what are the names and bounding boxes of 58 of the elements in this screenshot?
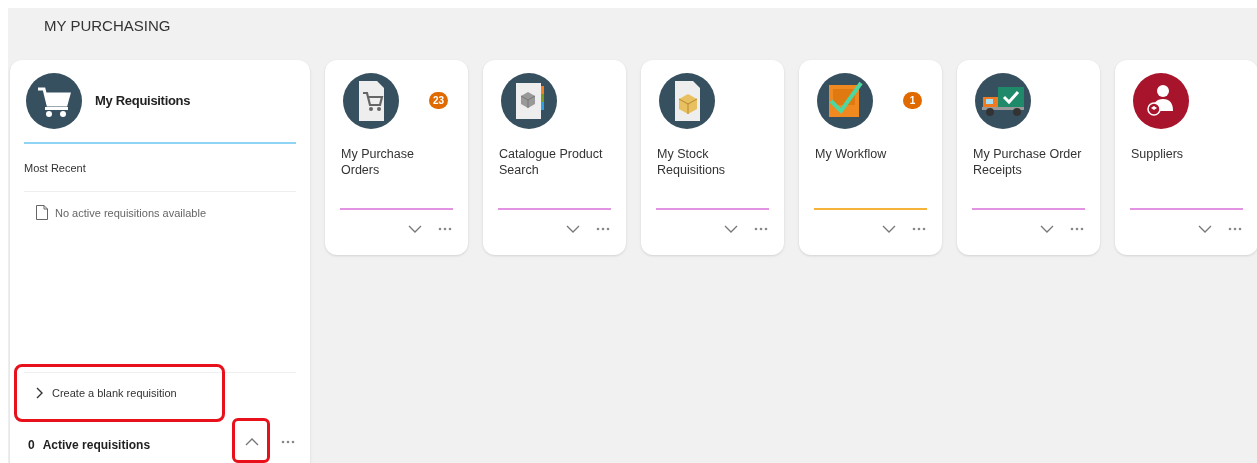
- more-icon: [1070, 227, 1084, 231]
- app-tile[interactable]: 1 My Workflow: [799, 60, 942, 255]
- tile-title: Suppliers: [1131, 146, 1185, 163]
- document-icon: [36, 205, 48, 221]
- tile-title: My Stock Requisitions: [657, 146, 727, 179]
- chevron-down-icon: [1198, 225, 1212, 233]
- count-label: Active requisitions: [42, 437, 151, 454]
- inbox-check-icon: [817, 73, 873, 129]
- create-requisition-link[interactable]: Create a blank requisition: [36, 385, 177, 402]
- page-title: MY PURCHASING: [44, 16, 171, 36]
- more-button[interactable]: [912, 227, 926, 231]
- expand-button[interactable]: [1198, 225, 1212, 233]
- more-button[interactable]: [1070, 227, 1084, 231]
- more-icon: [438, 227, 452, 231]
- more-icon: [1228, 227, 1242, 231]
- section-label: Most Recent: [24, 161, 87, 176]
- chevron-down-icon: [724, 225, 738, 233]
- tile-title: My Workflow: [815, 146, 888, 163]
- more-icon: [281, 440, 295, 444]
- document-cart-icon: [343, 73, 399, 129]
- count-badge: 23: [428, 92, 448, 109]
- chevron-down-icon: [882, 225, 896, 233]
- tile-title: Catalogue Product Search: [499, 146, 604, 179]
- requisition-count: 0: [28, 437, 35, 454]
- count-badge: 1: [903, 92, 922, 109]
- person-package-icon: [1133, 73, 1189, 129]
- empty-message: No active requisitions available: [55, 205, 207, 221]
- more-icon: [754, 227, 768, 231]
- highlight-frame: [232, 418, 270, 463]
- expand-button[interactable]: [566, 225, 580, 233]
- chevron-up-icon: [245, 438, 259, 446]
- more-icon: [596, 227, 610, 231]
- more-button[interactable]: [1228, 227, 1242, 231]
- chevron-down-icon: [408, 225, 422, 233]
- cart-icon: [26, 73, 82, 129]
- expand-button[interactable]: [408, 225, 422, 233]
- expand-button[interactable]: [1040, 225, 1054, 233]
- card-title: My Requisitions: [95, 92, 191, 111]
- chevron-right-icon: [36, 387, 43, 400]
- delivery-truck-icon: [975, 73, 1031, 129]
- more-button[interactable]: [754, 227, 768, 231]
- app-tile[interactable]: My Purchase Order Receipts: [957, 60, 1100, 255]
- more-icon: [912, 227, 926, 231]
- more-button[interactable]: [596, 227, 610, 231]
- more-button[interactable]: [438, 227, 452, 231]
- app-tile[interactable]: 23 My Purchase Orders: [325, 60, 468, 255]
- expand-button[interactable]: [724, 225, 738, 233]
- app-tile[interactable]: My Stock Requisitions: [641, 60, 784, 255]
- app-tile[interactable]: Catalogue Product Search: [483, 60, 626, 255]
- catalogue-box-icon: [501, 73, 557, 129]
- tile-title: My Purchase Order Receipts: [973, 146, 1083, 179]
- document-package-icon: [659, 73, 715, 129]
- chevron-down-icon: [1040, 225, 1054, 233]
- chevron-down-icon: [566, 225, 580, 233]
- tile-title: My Purchase Orders: [341, 146, 415, 179]
- more-button[interactable]: [281, 440, 295, 444]
- app-tile[interactable]: Suppliers: [1115, 60, 1257, 255]
- expand-button[interactable]: [882, 225, 896, 233]
